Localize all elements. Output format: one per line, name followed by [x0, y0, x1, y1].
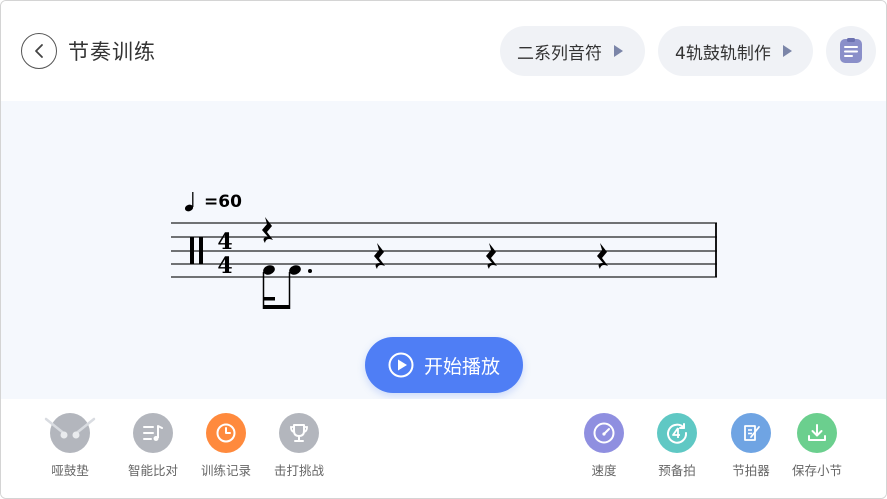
quarter-rest-beat-2 — [374, 243, 385, 269]
chevron-left-icon — [35, 44, 43, 58]
download-icon — [797, 413, 837, 453]
play-circle-icon — [388, 352, 414, 378]
time-signature-bottom: 4 — [217, 253, 232, 279]
series-selector-button[interactable]: 二系列音符 — [500, 26, 645, 76]
quarter-rest-beat-4 — [597, 243, 608, 269]
staff-lines — [171, 222, 717, 278]
hit-challenge-label: 击打挑战 — [273, 463, 324, 478]
training-record-label: 训练记录 — [200, 463, 251, 478]
practice-pad-label: 哑鼓垫 — [51, 463, 89, 478]
drum-pad-icon — [44, 413, 96, 453]
back-button[interactable] — [21, 33, 57, 69]
page-title: 节奏训练 — [68, 40, 156, 64]
time-signature-top: 4 — [217, 229, 232, 255]
start-play-label: 开始播放 — [423, 355, 500, 378]
practice-pad-button[interactable]: 哑鼓垫 — [30, 413, 110, 479]
count-in-label: 预备拍 — [658, 463, 696, 478]
metronome-icon — [731, 413, 771, 453]
trophy-icon — [279, 413, 319, 453]
caret-right-icon — [614, 45, 623, 57]
start-play-button[interactable]: 开始播放 — [365, 337, 523, 393]
count-in-button[interactable]: 预备拍 — [637, 413, 717, 479]
track-maker-button[interactable]: 4轨鼓轨制作 — [658, 26, 813, 76]
count-in-icon — [657, 413, 697, 453]
smart-compare-label: 智能比对 — [127, 463, 178, 478]
dotted-rhythm-group — [262, 265, 312, 309]
save-measure-label: 保存小节 — [791, 463, 842, 478]
quarter-rest-beat-3 — [486, 243, 497, 269]
header: 节奏训练 二系列音符 4轨鼓轨制作 — [1, 1, 886, 101]
clock-icon — [206, 413, 246, 453]
training-record-button[interactable]: 训练记录 — [186, 413, 266, 479]
quarter-rest-upper — [262, 217, 273, 243]
speed-button[interactable]: 速度 — [564, 413, 644, 479]
hit-challenge-button[interactable]: 击打挑战 — [259, 413, 339, 479]
notes-button[interactable] — [826, 26, 876, 76]
app-frame: 节奏训练 二系列音符 4轨鼓轨制作 =60 4 4 开始播放 哑鼓垫 智能比对 … — [0, 0, 887, 499]
series-selector-label: 二系列音符 — [517, 43, 602, 64]
track-maker-label: 4轨鼓轨制作 — [675, 43, 771, 64]
save-measure-button[interactable]: 保存小节 — [777, 413, 857, 479]
notation-area: =60 4 4 开始播放 — [1, 101, 886, 399]
speedometer-icon — [584, 413, 624, 453]
smart-compare-button[interactable]: 智能比对 — [113, 413, 193, 479]
bottom-toolbar: 哑鼓垫 智能比对 训练记录 击打挑战 速度 预备拍 节拍器 保存小节 — [1, 399, 886, 498]
speed-label: 速度 — [591, 463, 617, 478]
music-compare-icon — [133, 413, 173, 453]
caret-right-icon — [782, 45, 792, 57]
quarter-note-tempo-icon — [184, 192, 194, 212]
tempo-marking: =60 — [204, 192, 242, 212]
document-icon — [840, 38, 862, 63]
